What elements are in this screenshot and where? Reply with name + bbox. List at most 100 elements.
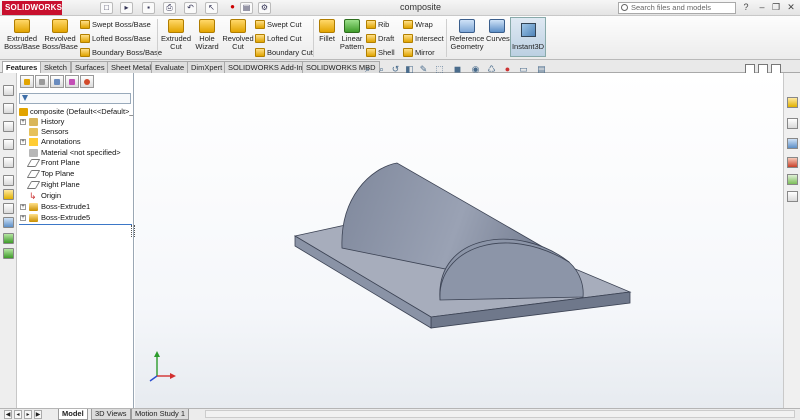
boundary-boss-button[interactable]: Boundary Boss/Base (80, 47, 162, 59)
tree-item-top-plane[interactable]: Top Plane (17, 169, 133, 179)
design-library-icon[interactable] (787, 118, 798, 129)
revolved-boss-button[interactable]: Revolved Boss/Base (42, 19, 78, 51)
print-icon[interactable]: ⎙ (163, 2, 176, 14)
reference-geometry-button[interactable]: Reference Geometry (448, 19, 486, 51)
lofted-cut-button[interactable]: Lofted Cut (255, 33, 302, 45)
next-tab-arrow-icon[interactable]: ▸ (24, 410, 32, 419)
instant3d-button[interactable]: Instant3D (510, 17, 546, 57)
wrap-button[interactable]: Wrap (403, 19, 433, 31)
expand-icon[interactable]: + (20, 119, 26, 125)
options-gear-icon[interactable]: ⚙ (258, 2, 271, 14)
relation-tool-icon[interactable] (3, 203, 14, 214)
help-icon[interactable]: ? (740, 2, 752, 13)
fillet-button[interactable]: Fillet (316, 19, 338, 43)
rollback-bar[interactable] (19, 224, 132, 225)
tree-item-annotations[interactable]: + Annotations (17, 137, 133, 147)
revolved-cut-button[interactable]: Revolved Cut (222, 19, 254, 51)
smart-dimension-icon[interactable] (3, 189, 14, 200)
assembly-icon[interactable] (3, 248, 14, 259)
expand-icon[interactable]: + (20, 139, 26, 145)
custom-properties-icon[interactable] (787, 191, 798, 202)
origin-icon: ↳ (29, 191, 37, 201)
tree-item-sensors[interactable]: Sensors (17, 127, 133, 137)
configuration-icon (54, 79, 60, 85)
tab-surfaces[interactable]: Surfaces (71, 61, 109, 73)
circle-tool-icon[interactable] (3, 139, 14, 150)
tab-3d-views[interactable]: 3D Views (91, 409, 131, 420)
boundary-cut-button[interactable]: Boundary Cut (255, 47, 313, 59)
tab-solidworks-addins[interactable]: SOLIDWORKS Add-Ins (224, 61, 311, 73)
feature-tree-filter[interactable] (19, 93, 131, 104)
draft-button[interactable]: Draft (366, 33, 394, 45)
close-button[interactable]: ✕ (785, 2, 797, 13)
configuration-manager-tab[interactable] (50, 75, 64, 88)
tree-item-front-plane[interactable]: Front Plane (17, 158, 133, 168)
solidworks-resources-icon[interactable] (787, 97, 798, 108)
extruded-boss-icon (14, 19, 30, 33)
open-icon[interactable]: ▸ (120, 2, 133, 14)
reference-geometry-icon (459, 19, 475, 33)
traffic-light-icon[interactable]: ● (226, 2, 239, 14)
undo-icon[interactable]: ↶ (184, 2, 197, 14)
feature-manager-tab[interactable] (20, 75, 34, 88)
tree-item-right-plane[interactable]: Right Plane (17, 180, 133, 190)
file-properties-icon[interactable]: ▤ (240, 2, 253, 14)
first-tab-arrow-icon[interactable]: ◀ (4, 410, 12, 419)
swept-cut-button[interactable]: Swept Cut (255, 19, 302, 31)
arc-tool-icon[interactable] (3, 157, 14, 168)
tree-item-label: History (41, 117, 65, 126)
mirror-button[interactable]: Mirror (403, 47, 435, 59)
tab-sheet-metal[interactable]: Sheet Metal (107, 61, 156, 73)
tab-motion-study-1[interactable]: Motion Study 1 (131, 409, 190, 420)
spline-tool-icon[interactable] (3, 175, 14, 186)
expand-icon[interactable]: + (20, 204, 26, 210)
rectangle-tool-icon[interactable] (3, 121, 14, 132)
tree-item-boss-extrude5[interactable]: + Boss-Extrude5 (17, 213, 133, 223)
save-icon[interactable]: ▪ (142, 2, 155, 14)
swept-boss-button[interactable]: Swept Boss/Base (80, 19, 151, 31)
graphics-area[interactable] (135, 73, 783, 408)
display-manager-tab[interactable] (80, 75, 94, 88)
tab-sketch[interactable]: Sketch (40, 61, 71, 73)
rib-button[interactable]: Rib (366, 19, 389, 31)
extruded-cut-label: Extruded Cut (160, 34, 192, 51)
tab-model[interactable]: Model (58, 409, 88, 420)
intersect-button[interactable]: Intersect (403, 33, 444, 45)
extruded-cut-button[interactable]: Extruded Cut (160, 19, 192, 51)
model-viewport[interactable] (135, 73, 783, 408)
extruded-boss-button[interactable]: Extruded Boss/Base (4, 19, 40, 51)
new-document-icon[interactable]: □ (100, 2, 113, 14)
tree-item-origin[interactable]: ↳ Origin (17, 191, 133, 201)
search-input[interactable]: Search files and models (618, 2, 736, 14)
tab-features[interactable]: Features (2, 61, 42, 73)
appearances-icon[interactable] (787, 157, 798, 168)
hole-wizard-button[interactable]: Hole Wizard (192, 19, 222, 51)
tab-dimxpert[interactable]: DimXpert (187, 61, 227, 73)
last-tab-arrow-icon[interactable]: ▶ (34, 410, 42, 419)
horizontal-scrollbar[interactable] (205, 410, 795, 418)
solidworks-logo[interactable]: SOLIDWORKS (2, 1, 62, 15)
restore-button[interactable]: ❐ (770, 2, 782, 13)
prev-tab-arrow-icon[interactable]: ◂ (14, 410, 22, 419)
curves-button[interactable]: Curves (486, 19, 510, 43)
trim-tool-icon[interactable] (3, 217, 14, 228)
tree-item-boss-extrude1[interactable]: + Boss-Extrude1 (17, 202, 133, 212)
shell-button[interactable]: Shell (366, 47, 395, 59)
view-palette-icon[interactable] (787, 174, 798, 185)
sketch-tool-icon[interactable] (3, 85, 14, 96)
axis-triad (149, 351, 176, 382)
line-tool-icon[interactable] (3, 103, 14, 114)
lofted-boss-button[interactable]: Lofted Boss/Base (80, 33, 151, 45)
tree-root[interactable]: composite (Default<<Default>_ (17, 107, 133, 117)
tree-item-history[interactable]: + History (17, 117, 133, 127)
tree-item-material[interactable]: Material <not specified> (17, 148, 133, 158)
component-icon[interactable] (3, 233, 14, 244)
dimxpert-manager-tab[interactable] (65, 75, 79, 88)
linear-pattern-button[interactable]: Linear Pattern (338, 19, 366, 51)
select-icon[interactable]: ↖ (205, 2, 218, 14)
file-explorer-icon[interactable] (787, 138, 798, 149)
expand-icon[interactable]: + (20, 215, 26, 221)
tab-evaluate[interactable]: Evaluate (151, 61, 189, 73)
minimize-button[interactable]: – (756, 2, 768, 13)
property-manager-tab[interactable] (35, 75, 49, 88)
